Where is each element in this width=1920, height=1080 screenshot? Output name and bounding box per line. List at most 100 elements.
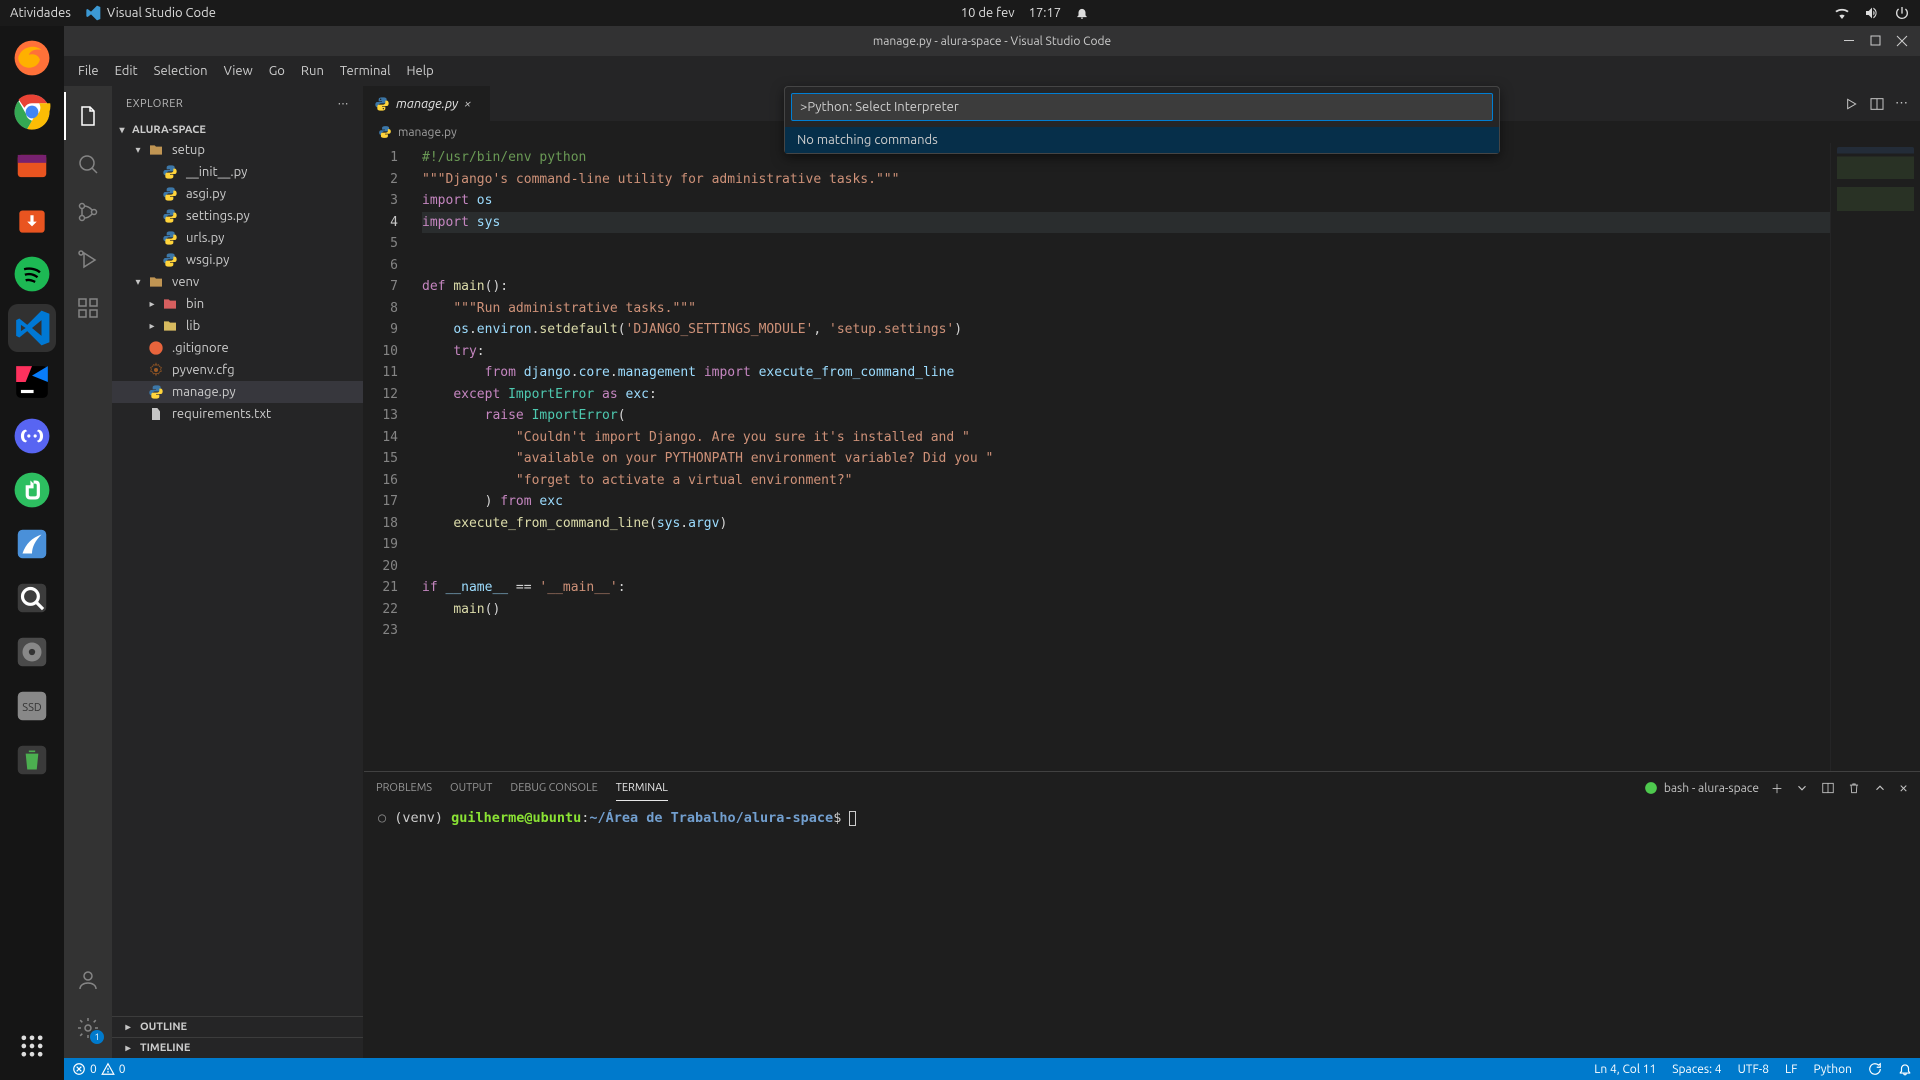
tree-item-requirements-txt[interactable]: requirements.txt xyxy=(112,403,363,425)
outline-section[interactable]: ▸OUTLINE xyxy=(112,1016,363,1037)
activity-extensions[interactable] xyxy=(64,284,112,332)
panel-tab-terminal[interactable]: TERMINAL xyxy=(616,776,668,801)
minimize-button[interactable] xyxy=(1838,30,1862,52)
svg-text:SSD: SSD xyxy=(22,702,42,714)
python-icon xyxy=(378,125,392,139)
maximize-button[interactable] xyxy=(1864,30,1888,52)
status-spaces[interactable]: Spaces: 4 xyxy=(1672,1063,1721,1076)
dock-spotify[interactable] xyxy=(8,250,56,298)
term-user: guilherme@ubuntu xyxy=(451,810,581,826)
vscode-window: manage.py - alura-space - Visual Studio … xyxy=(64,26,1920,1080)
editor-more-icon[interactable]: ⋯ xyxy=(1895,96,1908,111)
status-lang[interactable]: Python xyxy=(1813,1063,1852,1076)
menu-go[interactable]: Go xyxy=(261,60,293,82)
new-terminal-icon[interactable]: ＋ xyxy=(1771,780,1783,797)
close-icon[interactable]: × xyxy=(464,97,480,111)
panel-tab-output[interactable]: OUTPUT xyxy=(450,776,492,800)
system-menu[interactable] xyxy=(1834,5,1910,21)
timeline-section[interactable]: ▸TIMELINE xyxy=(112,1037,363,1058)
menu-run[interactable]: Run xyxy=(293,60,332,82)
python-icon xyxy=(374,96,390,112)
status-eol[interactable]: LF xyxy=(1785,1063,1797,1076)
dock-vscode[interactable] xyxy=(8,304,56,352)
tree-item-bin[interactable]: ▸bin xyxy=(112,293,363,315)
warning-icon xyxy=(101,1062,115,1076)
tree-item-manage-py[interactable]: manage.py xyxy=(112,381,363,403)
dock-files[interactable] xyxy=(8,142,56,190)
maximize-panel-icon[interactable] xyxy=(1873,781,1887,795)
activity-search[interactable] xyxy=(64,140,112,188)
tree-item-wsgi-py[interactable]: wsgi.py xyxy=(112,249,363,271)
dock-app1[interactable] xyxy=(8,520,56,568)
dock-discord[interactable] xyxy=(8,412,56,460)
dock-chrome[interactable] xyxy=(8,88,56,136)
sidebar-title-label: EXPLORER xyxy=(126,98,183,110)
tab-manage-py[interactable]: manage.py × xyxy=(364,86,491,121)
error-icon xyxy=(72,1062,86,1076)
dock-intellij[interactable] xyxy=(8,358,56,406)
current-app[interactable]: Visual Studio Code xyxy=(85,5,216,21)
sidebar: EXPLORER ⋯ ▾ ALURA-SPACE ▾setup__init__.… xyxy=(112,86,364,1058)
close-button[interactable] xyxy=(1890,30,1914,52)
show-apps-button[interactable] xyxy=(8,1022,56,1070)
trash-icon[interactable] xyxy=(1847,781,1861,795)
dock-disks[interactable] xyxy=(8,628,56,676)
editor[interactable]: 1234567891011121314151617181920212223 #!… xyxy=(364,143,1920,771)
dock-software[interactable] xyxy=(8,196,56,244)
activity-debug[interactable] xyxy=(64,236,112,284)
status-encoding[interactable]: UTF-8 xyxy=(1738,1063,1769,1076)
activity-scm[interactable] xyxy=(64,188,112,236)
tree-item-urls-py[interactable]: urls.py xyxy=(112,227,363,249)
menu-view[interactable]: View xyxy=(216,60,261,82)
tree-item-pyvenv-cfg[interactable]: pyvenv.cfg xyxy=(112,359,363,381)
status-errors[interactable]: 0 0 xyxy=(72,1062,126,1076)
dock-ssd[interactable]: SSD xyxy=(8,682,56,730)
terminal-cursor xyxy=(849,811,856,826)
status-cursor[interactable]: Ln 4, Col 11 xyxy=(1594,1063,1656,1076)
dock-magnifier[interactable] xyxy=(8,574,56,622)
close-panel-icon[interactable]: × xyxy=(1899,779,1908,797)
activity-settings[interactable]: 1 xyxy=(64,1004,112,1052)
panel-tab-problems[interactable]: PROBLEMS xyxy=(376,776,432,800)
bell-icon[interactable] xyxy=(1898,1062,1912,1076)
command-palette: No matching commands xyxy=(784,86,1500,154)
split-terminal-icon[interactable] xyxy=(1821,781,1835,795)
tree-item-setup[interactable]: ▾setup xyxy=(112,139,363,161)
chevron-down-icon: ▾ xyxy=(116,124,128,136)
activities-button[interactable]: Atividades xyxy=(10,6,71,20)
terminal[interactable]: ○ (venv) guilherme@ubuntu:~/Área de Trab… xyxy=(364,804,1920,1058)
code-content[interactable]: #!/usr/bin/env python"""Django's command… xyxy=(416,143,1830,771)
command-palette-input[interactable] xyxy=(800,100,1484,114)
panel-tab-debug-console[interactable]: DEBUG CONSOLE xyxy=(510,776,597,800)
tree-item-lib[interactable]: ▸lib xyxy=(112,315,363,337)
menu-selection[interactable]: Selection xyxy=(146,60,216,82)
menu-edit[interactable]: Edit xyxy=(107,60,146,82)
activity-explorer[interactable] xyxy=(64,92,112,140)
feedback-icon[interactable] xyxy=(1868,1062,1882,1076)
minimap[interactable] xyxy=(1830,143,1920,771)
tree-item-asgi-py[interactable]: asgi.py xyxy=(112,183,363,205)
dock-evernote[interactable] xyxy=(8,466,56,514)
terminal-label: bash - alura-space xyxy=(1664,782,1759,795)
term-path: ~/Área de Trabalho/alura-space xyxy=(589,810,833,826)
wifi-icon xyxy=(1834,5,1850,21)
sidebar-more-icon[interactable]: ⋯ xyxy=(338,97,350,110)
clock[interactable]: 10 de fev 17:17 xyxy=(961,6,1089,20)
split-icon[interactable] xyxy=(1869,96,1885,112)
run-icon[interactable] xyxy=(1843,96,1859,112)
tree-item---init---py[interactable]: __init__.py xyxy=(112,161,363,183)
dock-firefox[interactable] xyxy=(8,34,56,82)
dock-trash[interactable] xyxy=(8,736,56,784)
menu-terminal[interactable]: Terminal xyxy=(332,60,399,82)
time-label: 17:17 xyxy=(1029,6,1062,20)
chevron-down-icon[interactable] xyxy=(1795,781,1809,795)
activity-account[interactable] xyxy=(64,956,112,1004)
tree-item--gitignore[interactable]: .gitignore xyxy=(112,337,363,359)
palette-no-results: No matching commands xyxy=(785,127,1499,153)
tree-item-venv[interactable]: ▾venv xyxy=(112,271,363,293)
workspace-root[interactable]: ▾ ALURA-SPACE xyxy=(112,121,363,139)
tree-item-settings-py[interactable]: settings.py xyxy=(112,205,363,227)
terminal-selector[interactable]: bash - alura-space xyxy=(1644,781,1759,795)
menu-help[interactable]: Help xyxy=(398,60,441,82)
menu-file[interactable]: File xyxy=(70,60,107,82)
